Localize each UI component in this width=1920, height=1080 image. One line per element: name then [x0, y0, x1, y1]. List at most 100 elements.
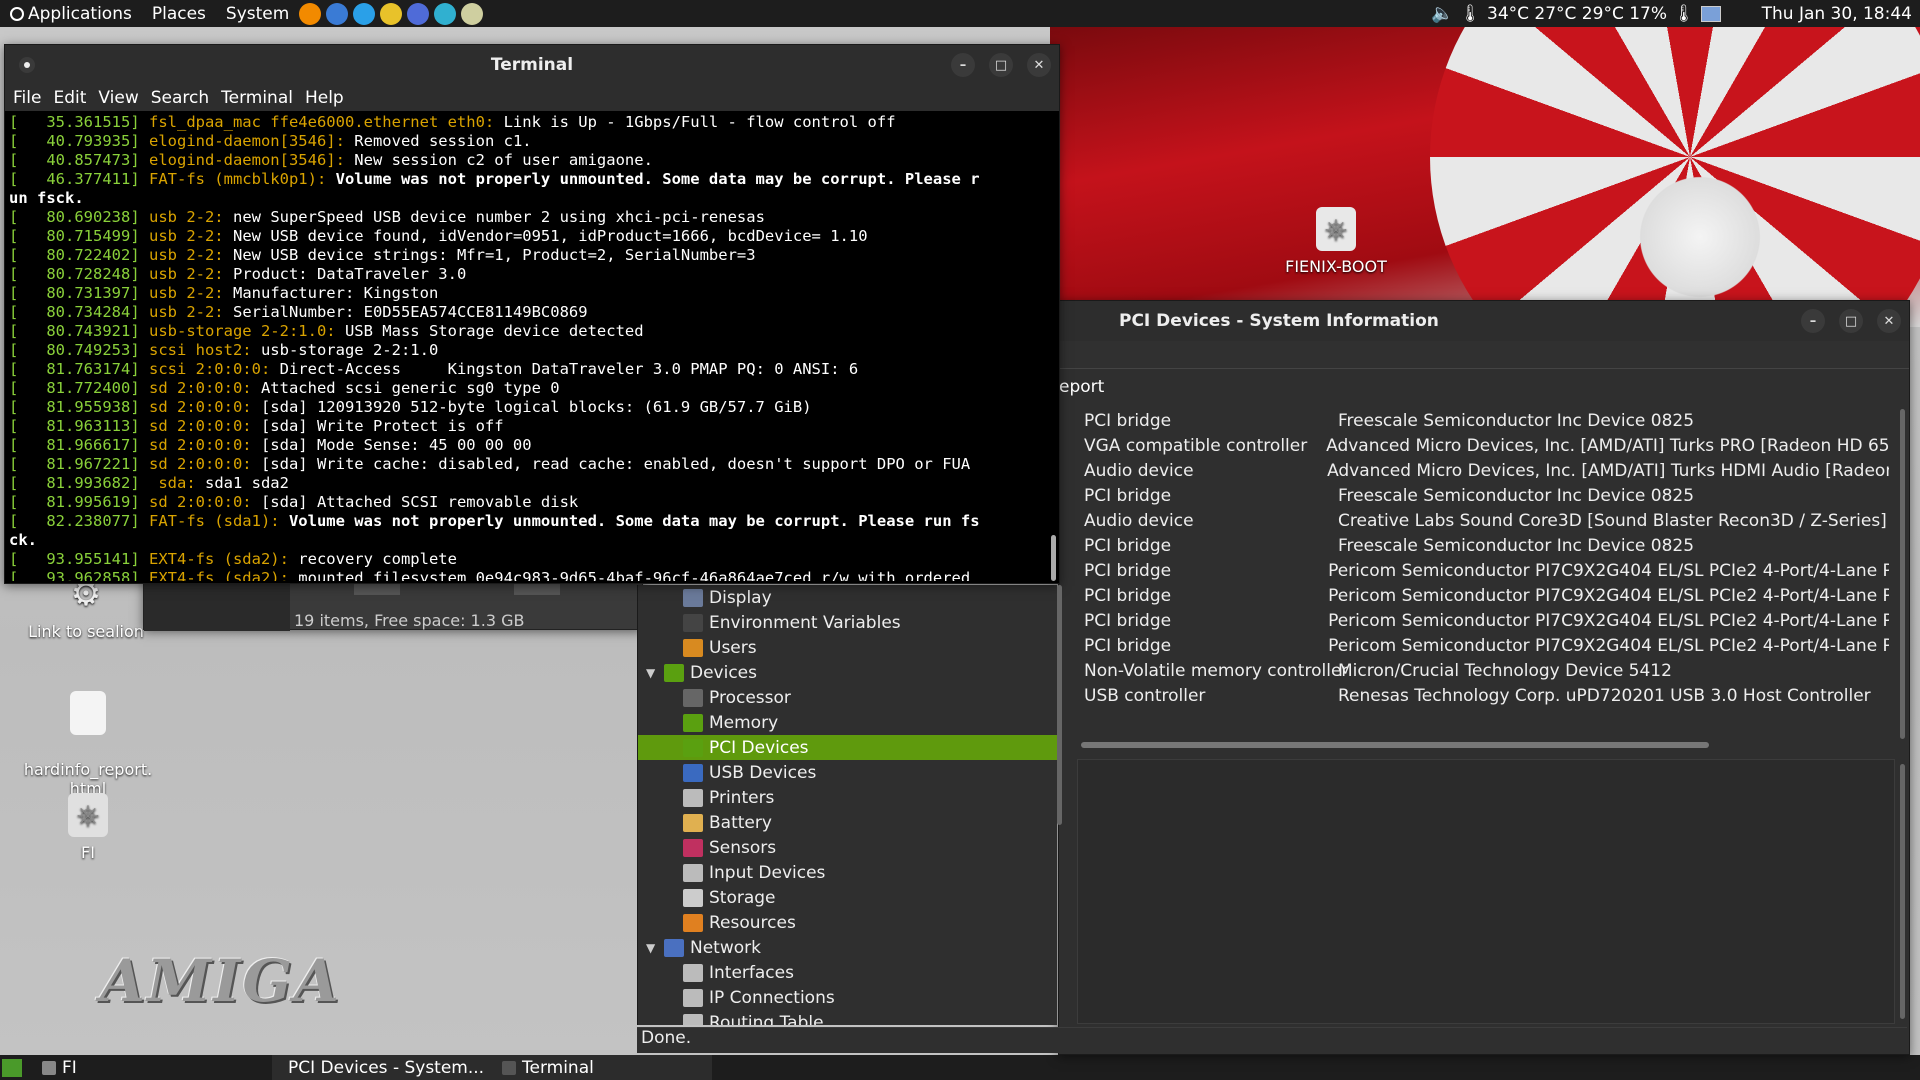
browser-icon[interactable] [353, 2, 376, 25]
tree-item-routing-table[interactable]: Routing Table [638, 1010, 1057, 1025]
terminal-scrollbar[interactable] [1051, 535, 1056, 581]
tree-item-storage[interactable]: Storage [638, 885, 1057, 910]
minimize-button[interactable]: – [951, 53, 975, 77]
tree-item-ip-connections[interactable]: IP Connections [638, 985, 1057, 1010]
taskbar-item[interactable]: PCI Devices - System... [272, 1055, 492, 1080]
globe-icon[interactable] [326, 2, 349, 25]
log-source: usb 2-2: [139, 265, 224, 283]
timestamp: [ 81.772400] [9, 379, 140, 397]
tree-item-usb-devices[interactable]: USB Devices [638, 760, 1057, 785]
table-row[interactable]: PCI bridge Freescale Semiconductor Inc De… [1079, 411, 1889, 436]
bird-icon[interactable] [407, 2, 430, 25]
table-row[interactable]: Non-Volatile memory controller Micron/Cru… [1079, 661, 1889, 686]
table-row[interactable]: Audio device Creative Labs Sound Core3D [… [1079, 511, 1889, 536]
tree-item-environment-variables[interactable]: Environment Variables [638, 610, 1057, 635]
log-source: sd 2:0:0:0: [139, 398, 252, 416]
window-menu-icon[interactable] [19, 57, 35, 73]
report-button[interactable]: eport [1059, 377, 1104, 397]
taskbar-item[interactable]: Terminal [492, 1055, 712, 1080]
category-tree: Display Environment Variables Users ▼ Device… [637, 585, 1057, 1025]
terminal-line: [ 80.715499] usb 2-2: New USB device fou… [9, 227, 1055, 246]
table-row[interactable]: USB controller Renesas Technology Corp. u… [1079, 686, 1889, 711]
log-message: Link is Up - 1Gbps/Full - flow control o… [494, 113, 896, 131]
close-button[interactable]: ✕ [1877, 309, 1901, 333]
terminal-icon [683, 613, 703, 632]
tree-item-pci-devices[interactable]: PCI Devices [638, 735, 1057, 760]
table-vertical-scrollbar[interactable] [1900, 409, 1905, 739]
table-row[interactable]: PCI bridge Freescale Semiconductor Inc De… [1079, 486, 1889, 511]
log-message: Direct-Access Kingston DataTraveler 3.0 … [270, 360, 859, 378]
terminal-line: [ 81.772400] sd 2:0:0:0: Attached scsi g… [9, 379, 1055, 398]
tree-item-processor[interactable]: Processor [638, 685, 1057, 710]
tree-item-resources[interactable]: Resources [638, 910, 1057, 935]
monitor-icon[interactable] [461, 2, 484, 25]
chromium-icon[interactable] [380, 2, 403, 25]
tree-item-label: IP Connections [709, 987, 835, 1008]
tree-item-printers[interactable]: Printers [638, 785, 1057, 810]
network-status-icon[interactable] [1700, 5, 1721, 22]
table-row[interactable]: Audio device Advanced Micro Devices, Inc.… [1079, 461, 1889, 486]
tree-scrollbar[interactable] [1057, 585, 1062, 825]
places-menu[interactable]: Places [142, 4, 216, 24]
terminal-line: [ 93.962858] EXT4-fs (sda2): mounted fil… [9, 569, 1055, 581]
terminal-output[interactable]: [ 35.361515] fsl_dpaa_mac ffe4e6000.ethe… [5, 111, 1059, 581]
tree-item-sensors[interactable]: Sensors [638, 835, 1057, 860]
log-message: Attached scsi generic sg0 type 0 [251, 379, 560, 397]
web-icon[interactable] [434, 2, 457, 25]
taskbar-item[interactable]: FI [32, 1055, 272, 1080]
device-type: Non-Volatile memory controller [1084, 661, 1349, 681]
clock[interactable]: Thu Jan 30, 18:44 [1762, 4, 1912, 24]
desktop-icon-fienix-boot[interactable]: ⎈ FIENIX-BOOT [1266, 207, 1406, 276]
terminal-line: un fsck. [9, 189, 1055, 208]
tree-item-display[interactable]: Display [638, 585, 1057, 610]
close-button[interactable]: ✕ [1027, 53, 1051, 77]
sysinfo-titlebar[interactable]: PCI Devices - System Information – □ ✕ [1059, 301, 1909, 341]
menu-terminal[interactable]: Terminal [221, 88, 293, 108]
tree-item-input-devices[interactable]: Input Devices [638, 860, 1057, 885]
tree-item-interfaces[interactable]: Interfaces [638, 960, 1057, 985]
menu-search[interactable]: Search [151, 88, 209, 108]
log-message: ck. [9, 531, 37, 549]
battery-icon [683, 813, 703, 832]
table-horizontal-scrollbar[interactable] [1081, 742, 1709, 748]
maximize-button[interactable]: □ [989, 53, 1013, 77]
tree-item-devices[interactable]: ▼ Devices [638, 660, 1057, 685]
sensor-readout[interactable]: 34°C 27°C 29°C 17% [1487, 4, 1667, 24]
table-row[interactable]: PCI bridge Pericom Semiconductor PI7C9X2G… [1079, 636, 1889, 661]
amiga-logo: AMIGA [100, 947, 341, 1015]
log-source: scsi host2: [139, 341, 252, 359]
device-description: Micron/Crucial Technology Device 5412 [1338, 661, 1672, 681]
table-row[interactable]: PCI bridge Pericom Semiconductor PI7C9X2G… [1079, 611, 1889, 636]
applications-menu[interactable]: Applications [0, 4, 142, 24]
table-row[interactable]: PCI bridge Pericom Semiconductor PI7C9X2G… [1079, 561, 1889, 586]
log-source: EXT4-fs (sda2): [139, 569, 289, 581]
terminal-titlebar[interactable]: Terminal – □ ✕ [5, 45, 1059, 85]
tree-item-network[interactable]: ▼ Network [638, 935, 1057, 960]
tree-item-memory[interactable]: Memory [638, 710, 1057, 735]
maximize-button[interactable]: □ [1839, 309, 1863, 333]
expander-arrow-icon[interactable]: ▼ [646, 666, 664, 680]
menu-help[interactable]: Help [305, 88, 344, 108]
menu-view[interactable]: View [98, 88, 138, 108]
desktop-icon-fi[interactable]: ⎈ FI [18, 793, 158, 862]
volume-icon[interactable]: 🔈 [1431, 3, 1453, 24]
timestamp: [ 81.955938] [9, 398, 140, 416]
tree-item-battery[interactable]: Battery [638, 810, 1057, 835]
minimize-button[interactable]: – [1801, 309, 1825, 333]
show-desktop-icon[interactable] [2, 1058, 22, 1077]
table-row[interactable]: VGA compatible controller Advanced Micro … [1079, 436, 1889, 461]
table-row[interactable]: PCI bridge Pericom Semiconductor PI7C9X2G… [1079, 586, 1889, 611]
tree-item-label: Network [690, 937, 761, 958]
vlc-icon[interactable] [299, 2, 322, 25]
menu-edit[interactable]: Edit [53, 88, 86, 108]
tree-item-users[interactable]: Users [638, 635, 1057, 660]
terminal-line: [ 80.728248] usb 2-2: Product: DataTrave… [9, 265, 1055, 284]
desktop-icon-label: FI [81, 843, 95, 862]
details-scrollbar[interactable] [1900, 764, 1905, 1019]
terminal-line: [ 46.377411] FAT-fs (mmcblk0p1): Volume … [9, 170, 1055, 189]
system-menu[interactable]: System [216, 4, 299, 24]
table-row[interactable]: PCI bridge Freescale Semiconductor Inc De… [1079, 536, 1889, 561]
menu-file[interactable]: File [13, 88, 41, 108]
terminal-line: [ 81.966617] sd 2:0:0:0: [sda] Mode Sens… [9, 436, 1055, 455]
expander-arrow-icon[interactable]: ▼ [646, 941, 664, 955]
